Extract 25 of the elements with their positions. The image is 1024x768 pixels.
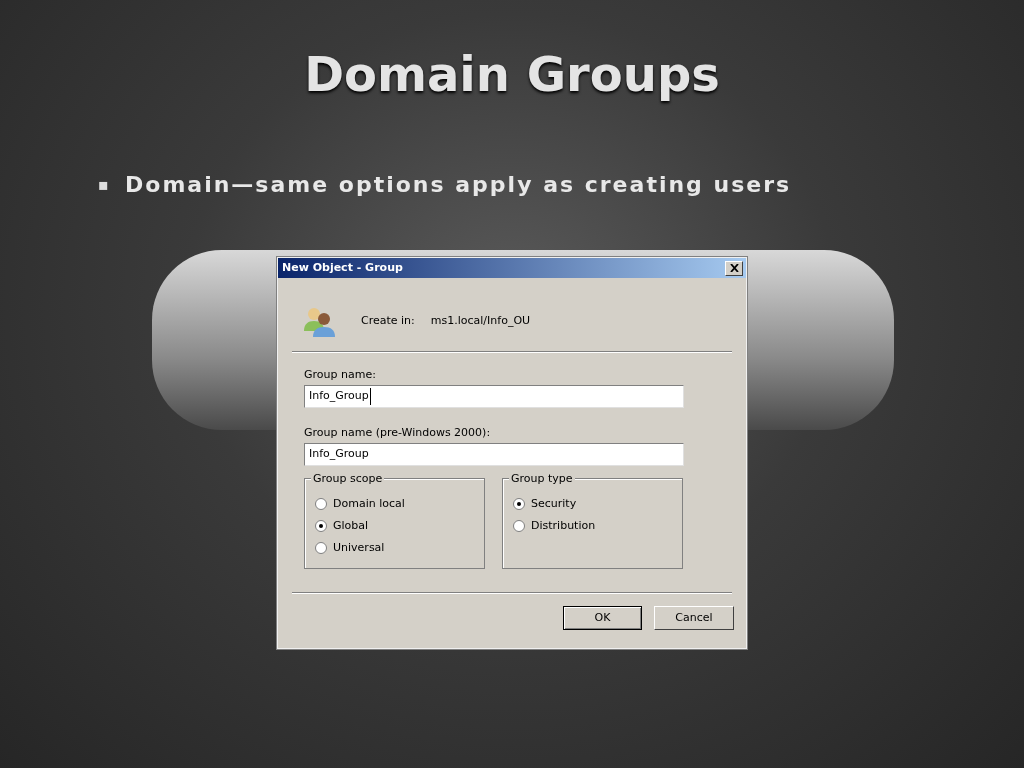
close-button[interactable] xyxy=(725,260,743,276)
radio-option[interactable]: Universal xyxy=(315,540,484,556)
field-label: Group name: xyxy=(304,367,377,383)
radio-button[interactable] xyxy=(315,498,327,510)
dialog-button[interactable]: Cancel xyxy=(654,606,734,630)
radio-button[interactable] xyxy=(315,520,327,532)
bullet-text: Domain—same options apply as creating users xyxy=(125,171,792,199)
radio-button[interactable] xyxy=(513,520,525,532)
radio-option[interactable]: Security xyxy=(513,496,682,512)
close-icon xyxy=(729,264,739,272)
create-in-path: ms1.local/Info_OU xyxy=(430,312,531,329)
radio-option[interactable]: Domain local xyxy=(315,496,484,512)
text-field[interactable]: Info_Group xyxy=(304,385,684,408)
text-field[interactable]: Info_Group xyxy=(304,443,684,466)
radio-option[interactable]: Global xyxy=(315,518,484,534)
radio-button[interactable] xyxy=(513,498,525,510)
dialog-button[interactable]: OK xyxy=(563,606,642,630)
create-in-label: Create in: xyxy=(361,312,415,329)
radio-option[interactable]: Distribution xyxy=(513,518,682,534)
slide-title: Domain Groups xyxy=(304,45,720,104)
field-label: Group name (pre-Windows 2000): xyxy=(304,425,492,441)
window-title: New Object - Group xyxy=(282,259,403,276)
radio-button[interactable] xyxy=(315,542,327,554)
users-icon xyxy=(303,305,337,337)
bullet-marker: ▪ xyxy=(98,173,110,196)
